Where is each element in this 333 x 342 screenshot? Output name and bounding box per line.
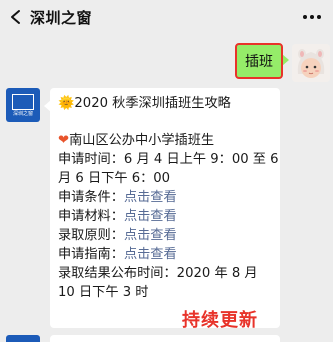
section-line: ❤南山区公办中小学插班生 xyxy=(58,131,272,150)
ellipsis-icon[interactable] xyxy=(301,6,323,28)
materials-link[interactable]: 点击查看 xyxy=(124,209,177,224)
section-title: 南山区公办中小学插班生 xyxy=(69,133,215,148)
row-label: 申请材料： xyxy=(58,209,124,224)
continuous-update-overlay: 持续更新 xyxy=(182,310,258,331)
result-time-line-1: 录取结果公布时间：2020 年 8 月 xyxy=(58,266,258,281)
avatar-logo-text: 深圳之窗 xyxy=(12,110,33,117)
conditions-link[interactable]: 点击查看 xyxy=(124,190,177,205)
apply-guide-row: 申请指南：点击查看 xyxy=(58,245,272,264)
apply-conditions-row: 申请条件：点击查看 xyxy=(58,188,272,207)
row-label: 申请条件： xyxy=(58,190,124,205)
sun-icon: 🌞 xyxy=(58,96,75,111)
admission-principles-row: 录取原则：点击查看 xyxy=(58,226,272,245)
logo-mark xyxy=(12,93,34,110)
user-avatar[interactable] xyxy=(292,44,330,82)
reply-heading: 2020 秋季深圳插班生攻略 xyxy=(74,96,231,111)
row-label: 申请指南： xyxy=(58,247,124,262)
next-avatar-peek xyxy=(6,335,40,342)
chat-title: 深圳之窗 xyxy=(30,9,93,27)
next-message-peek xyxy=(50,335,280,342)
sent-message-bubble[interactable]: 插班 xyxy=(235,43,283,79)
chat-header: 深圳之窗 xyxy=(0,0,333,34)
result-time-line-2: 10 日下午 3 时 xyxy=(58,285,149,300)
reply-heading-line: 🌞2020 秋季深圳插班生攻略 xyxy=(58,94,272,113)
child-avatar-illustration xyxy=(292,44,330,82)
guide-link[interactable]: 点击查看 xyxy=(124,247,177,262)
sent-message-text: 插班 xyxy=(245,54,273,70)
heart-icon: ❤ xyxy=(58,133,70,148)
sent-bubble-tail xyxy=(282,54,289,66)
apply-time-line-1: 申请时间：6 月 4 日上午 9：00 至 6 xyxy=(58,152,279,167)
reply-message-bubble: 🌞2020 秋季深圳插班生攻略 ❤南山区公办中小学插班生 申请时间：6 月 4 … xyxy=(50,88,280,328)
apply-time-line-2: 月 6 日下午 6：00 xyxy=(58,171,171,186)
official-account-avatar[interactable]: 深圳之窗 xyxy=(6,88,40,122)
principles-link[interactable]: 点击查看 xyxy=(124,228,177,243)
chevron-left-icon[interactable] xyxy=(8,9,24,25)
apply-materials-row: 申请材料：点击查看 xyxy=(58,207,272,226)
row-label: 录取原则： xyxy=(58,228,124,243)
